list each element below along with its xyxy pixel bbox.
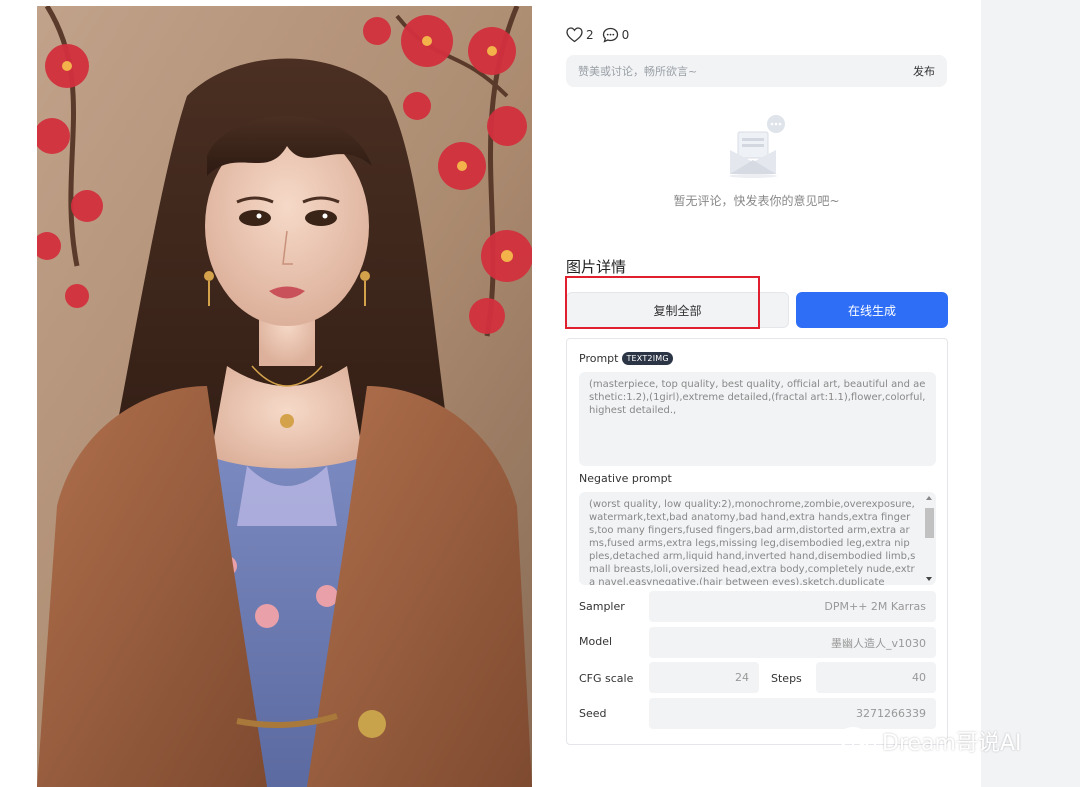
heart-icon (566, 27, 583, 43)
watermark: Dream哥说AI (838, 725, 1022, 757)
comment-box: 发布 (566, 55, 947, 87)
prompt-label-row: Prompt TEXT2IMG (579, 352, 673, 365)
mode-badge: TEXT2IMG (622, 352, 673, 365)
empty-inbox-icon (728, 115, 785, 178)
page-gutter (981, 0, 1080, 787)
reactions-bar: 2 0 (566, 26, 629, 44)
empty-comments: 暂无评论，快发表你的意见吧~ (566, 112, 947, 209)
model-field[interactable]: 墨幽人造人_v1030 (649, 627, 936, 658)
negative-prompt-content: (worst quality, low quality:2),monochrom… (589, 499, 916, 585)
steps-label: Steps (771, 672, 802, 685)
portrait-illustration (37, 6, 532, 787)
comment-count: 0 (621, 28, 630, 42)
comment-count-button[interactable]: 0 (602, 27, 630, 43)
comment-bubble-icon (602, 27, 618, 43)
prompt-label: Prompt (579, 352, 619, 365)
scroll-thumb[interactable] (925, 508, 934, 538)
model-label: Model (579, 635, 613, 648)
seed-label: Seed (579, 707, 607, 720)
sampler-field[interactable]: DPM++ 2M Karras (649, 591, 936, 622)
artwork-image[interactable] (37, 6, 532, 787)
scroll-up-icon[interactable] (926, 496, 932, 500)
detail-panel: 2 0 发布 暂无评论，快发表你的意见吧~ 图片详情 复制全部 在线生成 (566, 0, 948, 787)
like-button[interactable]: 2 (566, 27, 594, 43)
steps-field[interactable]: 40 (816, 662, 936, 693)
negative-prompt-label: Negative prompt (579, 472, 672, 485)
generate-online-button[interactable]: 在线生成 (796, 292, 948, 328)
copy-all-button[interactable]: 复制全部 (566, 292, 789, 328)
negative-prompt-scrollbar[interactable] (924, 494, 934, 583)
publish-button[interactable]: 发布 (913, 63, 935, 79)
generation-params-card: Prompt TEXT2IMG (masterpiece, top quality… (566, 338, 948, 745)
scroll-down-icon[interactable] (926, 577, 932, 581)
sampler-label: Sampler (579, 600, 625, 613)
negative-prompt-text[interactable]: (worst quality, low quality:2),monochrom… (579, 492, 936, 585)
like-count: 2 (586, 28, 594, 42)
cfg-scale-field[interactable]: 24 (649, 662, 759, 693)
watermark-text: Dream哥说AI (882, 731, 1022, 756)
image-details-title: 图片详情 (566, 258, 627, 276)
empty-comments-text: 暂无评论，快发表你的意见吧~ (673, 194, 840, 208)
prompt-text[interactable]: (masterpiece, top quality, best quality,… (579, 372, 936, 466)
comment-input[interactable] (578, 64, 878, 78)
wechat-icon (839, 727, 876, 755)
cfg-scale-label: CFG scale (579, 672, 634, 685)
